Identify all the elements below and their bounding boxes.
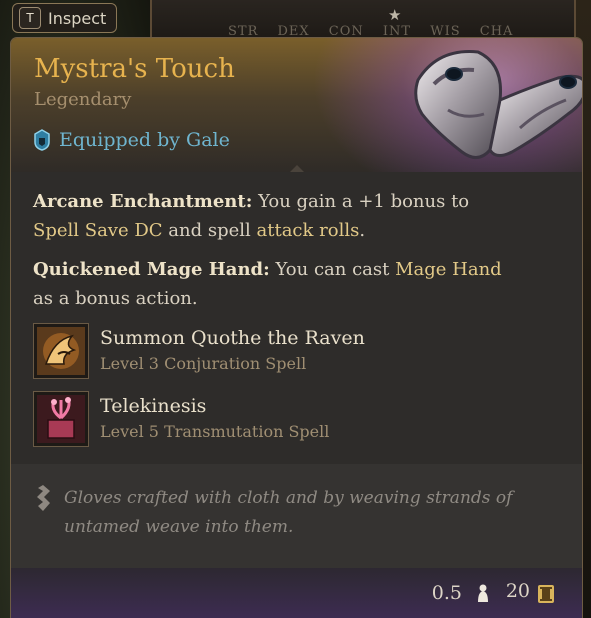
- tooltip-body: Arcane Enchantment: You gain a +1 bonus …: [11, 172, 582, 464]
- raven-spell-icon: [33, 323, 89, 379]
- item-price: 20: [505, 580, 530, 602]
- inspect-label: Inspect: [48, 8, 107, 28]
- property-text: You can cast: [269, 259, 396, 280]
- tooltip-header: Mystra's Touch Legendary Equipped by Gal…: [11, 38, 582, 208]
- spell-level-school: Level 5 Transmutation Spell: [100, 422, 330, 441]
- item-flavor-text: Gloves crafted with cloth and by weaving…: [64, 488, 513, 537]
- gold-coin-icon: [538, 585, 554, 603]
- weight-icon: [478, 584, 488, 602]
- item-tooltip: Mystra's Touch Legendary Equipped by Gal…: [10, 37, 583, 618]
- item-weight: 0.5: [431, 582, 462, 604]
- spell-level-school: Level 3 Conjuration Spell: [100, 354, 307, 373]
- property-title: Arcane Enchantment:: [33, 191, 253, 212]
- property-text: You gain a +1 bonus to: [252, 191, 470, 212]
- spell-name: Summon Quothe the Raven: [100, 327, 365, 349]
- gloves-item-icon: [414, 50, 582, 159]
- spell-row-summon-quothe[interactable]: Summon Quothe the Raven Level 3 Conjurat…: [33, 323, 365, 379]
- item-rarity: Legendary: [34, 89, 132, 110]
- inspect-hotkey: T: [19, 7, 41, 29]
- flavor-quill-icon: [37, 485, 50, 511]
- equipped-helmet-icon: [34, 129, 50, 151]
- spell-name: Telekinesis: [100, 395, 207, 417]
- character-stats-panel: ★ STR DEX CON INT WIS CHA: [150, 0, 576, 40]
- tooltip-footer: 0.5 20: [11, 568, 582, 618]
- attack-rolls-link[interactable]: attack rolls: [257, 220, 360, 241]
- property-title: Quickened Mage Hand:: [33, 259, 270, 280]
- spell-save-dc-link[interactable]: Spell Save DC: [33, 220, 163, 241]
- header-divider-notch: [290, 165, 304, 172]
- telekinesis-spell-icon: [33, 391, 89, 447]
- property-text: as a bonus action.: [33, 288, 198, 309]
- mage-hand-link[interactable]: Mage Hand: [395, 259, 502, 280]
- inspect-button[interactable]: T Inspect: [12, 3, 118, 33]
- spell-row-telekinesis[interactable]: Telekinesis Level 5 Transmutation Spell: [33, 391, 329, 447]
- property-quickened-mage-hand: Quickened Mage Hand: You can cast Mage H…: [33, 255, 513, 313]
- star-icon: ★: [388, 6, 402, 24]
- equipped-by: Equipped by Gale: [33, 129, 230, 151]
- property-arcane-enchantment: Arcane Enchantment: You gain a +1 bonus …: [33, 187, 513, 245]
- property-text: and spell: [162, 220, 257, 241]
- property-text: .: [359, 220, 366, 241]
- equipped-by-label: Equipped by Gale: [59, 129, 230, 151]
- item-name: Mystra's Touch: [34, 54, 235, 84]
- item-description-area: Gloves crafted with cloth and by weaving…: [11, 464, 582, 568]
